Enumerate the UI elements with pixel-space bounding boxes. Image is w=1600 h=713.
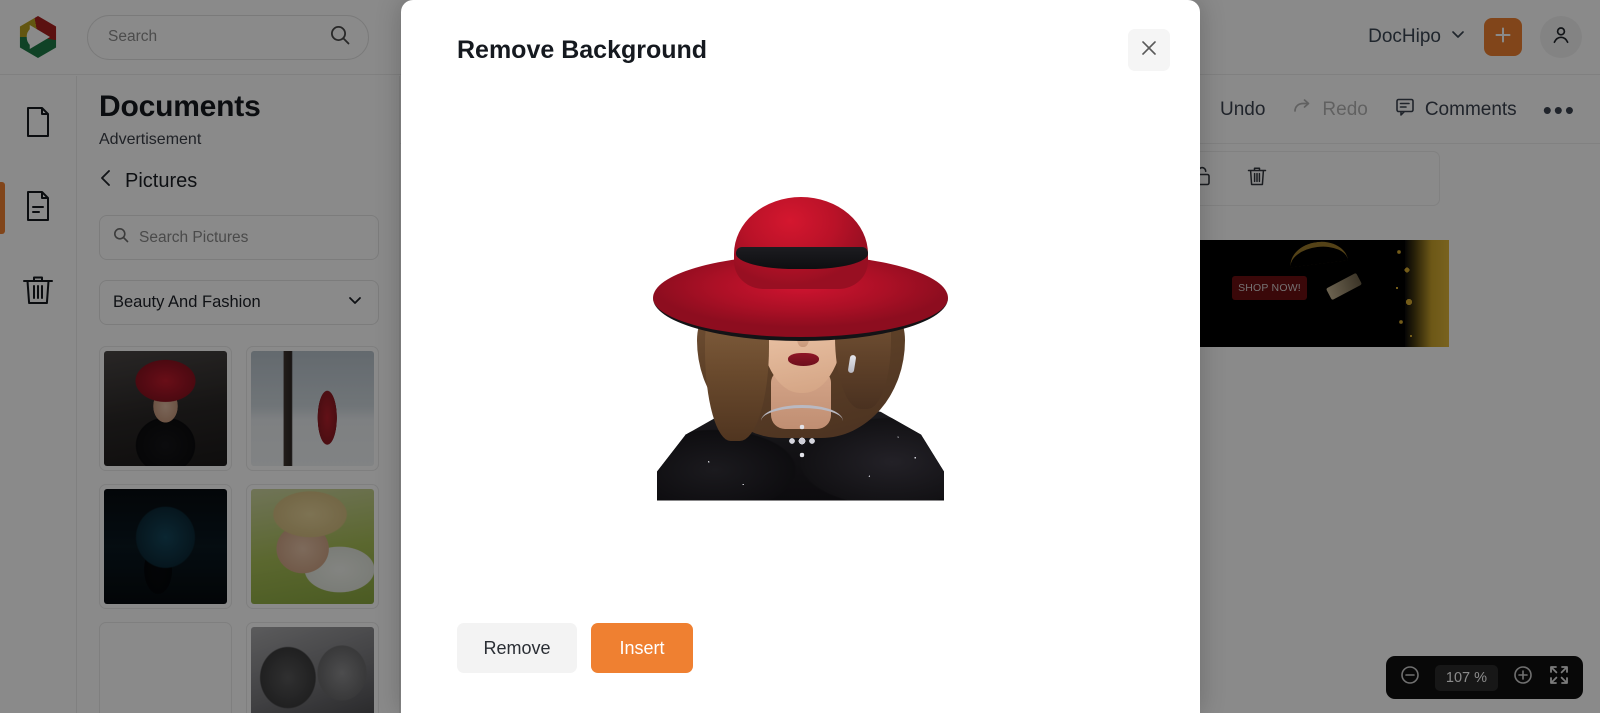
remove-background-modal: Remove Background Remove Insert <box>401 0 1200 713</box>
modal-header: Remove Background <box>401 0 1200 100</box>
app-root: DocHipo <box>0 0 1600 713</box>
modal-footer: Remove Insert <box>457 623 693 673</box>
close-button[interactable] <box>1128 29 1170 71</box>
insert-button[interactable]: Insert <box>591 623 693 673</box>
close-x-icon <box>1139 38 1159 63</box>
remove-button[interactable]: Remove <box>457 623 577 673</box>
modal-title: Remove Background <box>457 35 708 64</box>
background-removed-preview-image <box>653 193 948 501</box>
modal-preview-area <box>401 100 1200 593</box>
